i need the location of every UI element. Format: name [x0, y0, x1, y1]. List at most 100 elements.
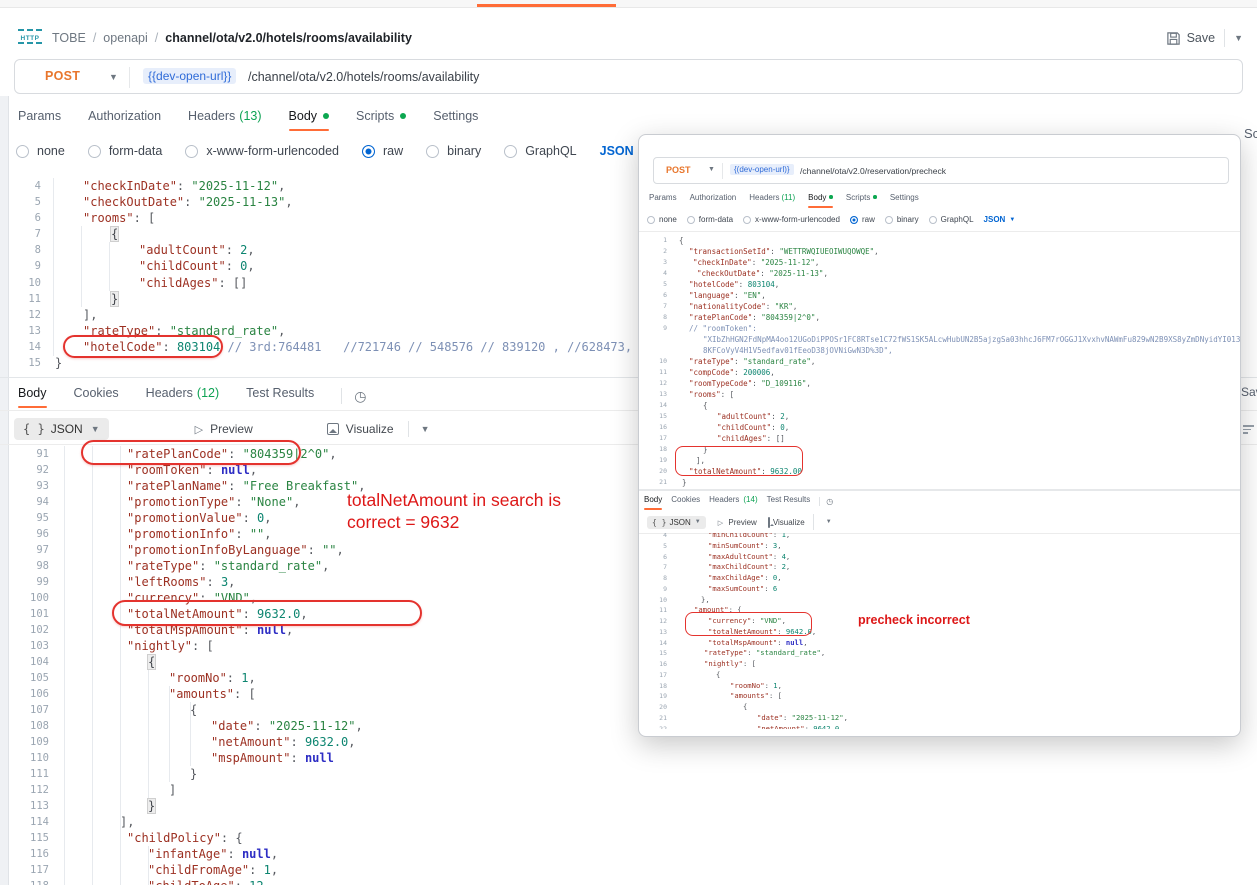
precheck-method-selector[interactable]: POST	[666, 165, 691, 175]
precheck-method-chevron-icon[interactable]: ▼	[708, 166, 715, 173]
line-number: 109	[9, 734, 49, 750]
code-line: 6"language": "EN",	[647, 290, 1240, 301]
tab-cookies[interactable]: Cookies	[671, 495, 700, 508]
body-mode-form-data[interactable]: form-data	[88, 144, 163, 158]
body-mode-raw[interactable]: raw	[850, 215, 875, 224]
precheck-url-environment-variable[interactable]: {(dev-open-url)}	[730, 164, 794, 175]
body-mode-none[interactable]: none	[16, 144, 65, 158]
tab-headers[interactable]: Headers(12)	[146, 386, 219, 406]
code-line: 8KFCoVyV4H1V5edfav01fEeoD38jOVNiGwN3D%3D…	[647, 345, 1240, 356]
line-number: 11	[9, 291, 41, 307]
code-line: 2"transactionSetId": "WETTRWQIUEOIWUQOWQ…	[647, 246, 1240, 257]
visualize-button[interactable]: Visualize	[327, 422, 394, 436]
method-chevron-icon[interactable]: ▼	[109, 72, 118, 82]
history-icon[interactable]: ◷	[354, 388, 366, 405]
radio-icon	[88, 145, 101, 158]
precheck-preview-button[interactable]: ▷ Preview	[718, 518, 757, 527]
body-mode-x-www-form-urlencoded[interactable]: x-www-form-urlencoded	[743, 215, 840, 224]
precheck-response-format-select[interactable]: { } JSON ▼	[647, 516, 706, 529]
tab-params[interactable]: Params	[649, 193, 677, 206]
body-language-select[interactable]: JSON	[984, 215, 1006, 224]
code-text: ]	[169, 782, 176, 798]
tab-settings[interactable]: Settings	[890, 193, 919, 206]
breadcrumb-group[interactable]: openapi	[103, 31, 148, 45]
code-line: "XIbZhHGN2FdNpMA4oo12UGoDiPPOSr1FC8RTse1…	[647, 334, 1240, 345]
line-number: 8	[647, 573, 667, 584]
tab-authorization[interactable]: Authorization	[88, 109, 161, 129]
code-line: 21}	[647, 477, 1240, 488]
radio-icon	[647, 216, 655, 224]
breadcrumb-root[interactable]: TOBE	[52, 31, 86, 45]
code-text: {	[190, 702, 197, 718]
code-line: 3"checkInDate": "2025-11-12",	[647, 257, 1240, 268]
code-text: "promotionType": "None",	[127, 494, 300, 510]
body-language-select[interactable]: JSON	[600, 144, 634, 158]
tab-authorization[interactable]: Authorization	[690, 193, 737, 206]
code-line: 110"mspAmount": null	[9, 750, 639, 766]
visualize-chevron-icon[interactable]: ▼	[826, 519, 832, 525]
tab-body[interactable]: Body	[644, 495, 662, 508]
line-number: 106	[9, 686, 49, 702]
line-number: 14	[647, 638, 667, 649]
body-mode-none[interactable]: none	[647, 215, 677, 224]
visualize-chevron-icon[interactable]: ▼	[421, 424, 430, 434]
save-button[interactable]: Save ▼	[1166, 29, 1243, 47]
tab-cookies[interactable]: Cookies	[74, 386, 119, 406]
tab-headers[interactable]: Headers(13)	[188, 109, 261, 129]
history-icon[interactable]: ◷	[826, 497, 833, 506]
precheck-url-input[interactable]: /channel/ota/v2.0/reservation/precheck	[800, 166, 946, 176]
body-mode-label: none	[659, 215, 677, 224]
body-mode-binary[interactable]: binary	[885, 215, 919, 224]
precheck-visualize-button[interactable]: Visualize	[768, 518, 805, 527]
save-response-button-partial[interactable]: Sav	[1241, 385, 1257, 399]
radio-icon	[929, 216, 937, 224]
tab-body[interactable]: Body	[289, 109, 330, 129]
code-line: 113}	[9, 798, 639, 814]
clipped-text-fragment: Sc	[1244, 126, 1257, 141]
line-number: 95	[9, 510, 49, 526]
url-input[interactable]: /channel/ota/v2.0/hotels/rooms/availabil…	[248, 70, 479, 84]
code-line: 6"maxAdultCount": 4,	[647, 552, 1240, 563]
tab-headers[interactable]: Headers(14)	[709, 495, 757, 508]
code-line: 14{	[647, 400, 1240, 411]
tab-scripts[interactable]: Scripts	[356, 109, 406, 129]
response-format-select[interactable]: { } JSON ▼	[14, 418, 109, 440]
code-line: 17"childAges": []	[647, 433, 1240, 444]
tab-settings[interactable]: Settings	[433, 109, 478, 129]
tab-body[interactable]: Body	[808, 193, 833, 206]
preview-button[interactable]: ▷ Preview	[195, 422, 253, 436]
body-mode-x-www-form-urlencoded[interactable]: x-www-form-urlencoded	[185, 144, 339, 158]
method-selector[interactable]: POST	[45, 69, 80, 83]
body-mode-GraphQL[interactable]: GraphQL	[504, 144, 576, 158]
body-mode-label: form-data	[699, 215, 733, 224]
tab-test-results[interactable]: Test Results	[246, 386, 314, 406]
code-text: "adultCount": 2,	[139, 242, 255, 258]
save-options-chevron-icon[interactable]: ▼	[1234, 33, 1243, 43]
body-mode-GraphQL[interactable]: GraphQL	[929, 215, 974, 224]
tab-headers[interactable]: Headers(11)	[749, 193, 795, 206]
line-number: 104	[9, 654, 49, 670]
line-number: 11	[647, 605, 667, 616]
line-number: 116	[9, 846, 49, 862]
body-mode-raw[interactable]: raw	[362, 144, 403, 158]
body-mode-binary[interactable]: binary	[426, 144, 481, 158]
line-number: 6	[9, 210, 41, 226]
tab-test-results[interactable]: Test Results	[767, 495, 811, 508]
code-text: ],	[120, 814, 134, 830]
tab-body[interactable]: Body	[18, 386, 47, 406]
code-line: 106"amounts": [	[9, 686, 639, 702]
beautify-icon[interactable]	[1243, 425, 1255, 437]
url-environment-variable[interactable]: {{dev-open-url}}	[143, 68, 236, 84]
code-text: "netAmount": 9642.0,	[757, 724, 844, 730]
code-text: "infantAge": null,	[148, 846, 278, 862]
line-number: 2	[647, 246, 667, 257]
code-line: 7{	[9, 226, 639, 242]
line-number: 6	[647, 552, 667, 563]
body-mode-form-data[interactable]: form-data	[687, 215, 733, 224]
line-number: 96	[9, 526, 49, 542]
code-line: 13"rooms": [	[647, 389, 1240, 400]
code-line: 8"maxChildAge": 0,	[647, 573, 1240, 584]
tab-params[interactable]: Params	[18, 109, 61, 129]
tab-scripts[interactable]: Scripts	[846, 193, 877, 206]
code-text: {	[716, 670, 720, 681]
